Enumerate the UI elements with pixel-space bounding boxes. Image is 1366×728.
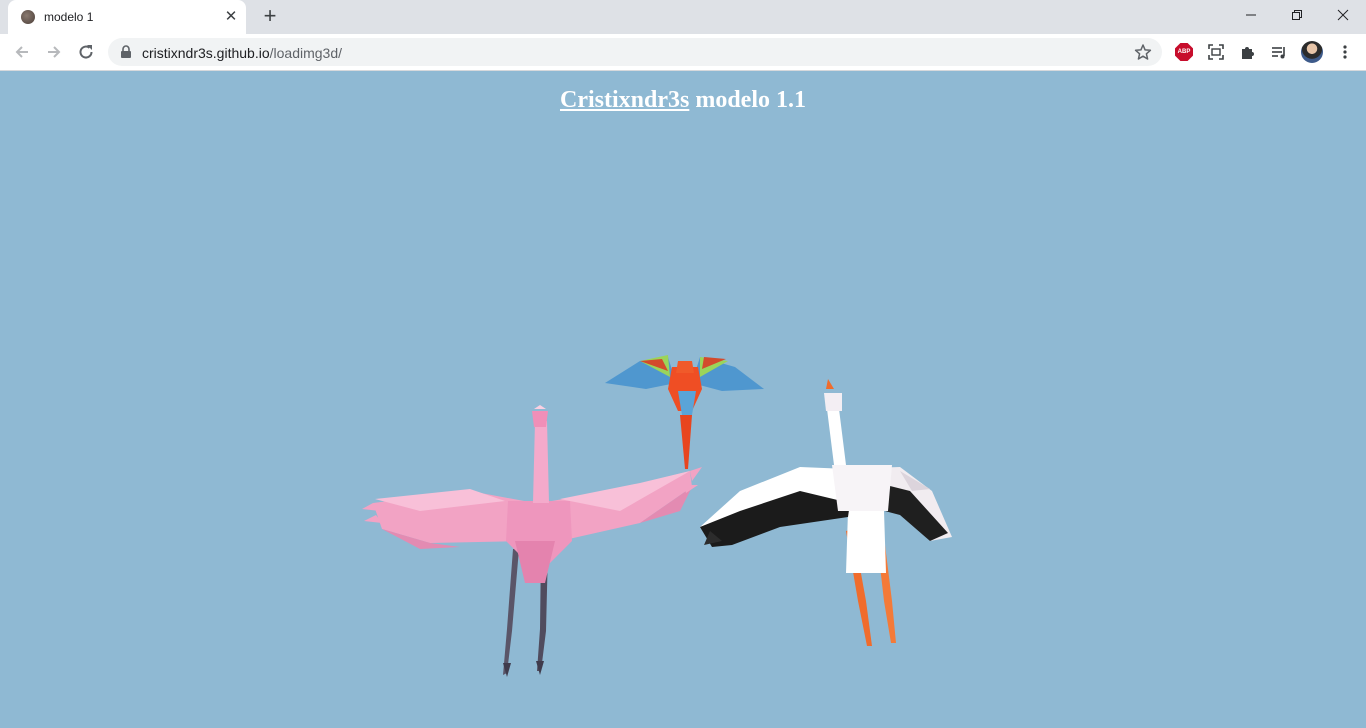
adblock-icon: ABP <box>1175 43 1193 61</box>
tab-strip: modelo 1 ✕ + <box>0 0 1366 34</box>
media-control-button[interactable] <box>1267 40 1291 64</box>
screen-capture-icon <box>1208 44 1224 60</box>
back-arrow-icon <box>15 46 28 58</box>
close-window-icon <box>1337 9 1349 21</box>
bookmark-star-icon[interactable] <box>1134 43 1152 61</box>
favicon-icon <box>21 10 35 24</box>
lock-icon <box>121 45 131 58</box>
browser-menu-button[interactable] <box>1333 40 1357 64</box>
close-tab-icon[interactable]: ✕ <box>223 9 239 25</box>
adblock-extension-button[interactable]: ABP <box>1172 40 1196 64</box>
address-bar[interactable]: cristixndr3s.github.io/loadimg3d/ <box>108 38 1162 66</box>
screen-capture-extension-button[interactable] <box>1204 40 1228 64</box>
browser-tab[interactable]: modelo 1 ✕ <box>8 0 246 34</box>
extensions-button[interactable] <box>1236 40 1260 64</box>
parrot-model <box>605 355 764 469</box>
new-tab-button[interactable]: + <box>259 5 281 27</box>
minimize-icon <box>1246 14 1256 16</box>
avatar <box>1301 41 1323 63</box>
media-playlist-icon <box>1272 47 1285 59</box>
reload-button[interactable] <box>73 39 99 65</box>
browser-toolbar: cristixndr3s.github.io/loadimg3d/ ABP <box>0 34 1366 71</box>
url-host: cristixndr3s.github.io <box>142 45 270 61</box>
restore-icon <box>1292 10 1302 20</box>
tab-title: modelo 1 <box>44 10 94 24</box>
restore-button[interactable] <box>1274 0 1320 30</box>
forward-button[interactable] <box>41 39 67 65</box>
stork-model <box>700 379 952 646</box>
page-viewport: Cristixndr3s modelo 1.1 <box>0 71 1366 728</box>
3d-scene-canvas[interactable] <box>0 71 1366 728</box>
forward-arrow-icon <box>48 46 61 58</box>
url-path: /loadimg3d/ <box>269 45 343 61</box>
puzzle-icon <box>1242 47 1254 59</box>
flamingo-model <box>362 405 702 677</box>
back-button[interactable] <box>9 39 35 65</box>
url-text: cristixndr3s.github.io/loadimg3d/ <box>142 45 342 61</box>
kebab-menu-icon <box>1343 45 1347 59</box>
profile-button[interactable] <box>1300 40 1324 64</box>
minimize-button[interactable] <box>1228 0 1274 30</box>
reload-icon <box>79 45 93 59</box>
close-window-button[interactable] <box>1320 0 1366 30</box>
